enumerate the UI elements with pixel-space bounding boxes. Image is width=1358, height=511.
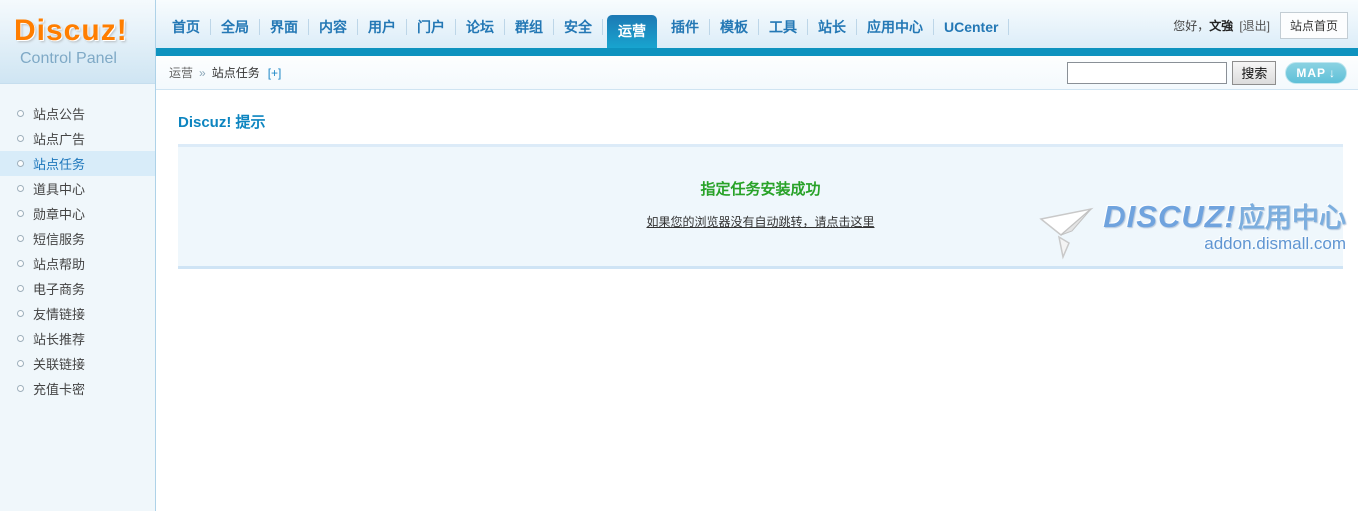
success-message: 指定任务安装成功 [178, 178, 1343, 199]
accent-bar [156, 48, 1358, 56]
nav-tab-app-center[interactable]: 应用中心 [857, 19, 934, 35]
bullet-icon [17, 160, 24, 167]
map-button[interactable]: MAP ↓ [1285, 62, 1347, 84]
sidebar-item-label: 站长推荐 [33, 329, 85, 348]
nav-tab-groups[interactable]: 群组 [505, 19, 554, 35]
nav-tab-tools[interactable]: 工具 [759, 19, 808, 35]
nav-tab-templates[interactable]: 模板 [710, 19, 759, 35]
bullet-icon [17, 335, 24, 342]
sidebar-item-recharge-cards[interactable]: 充值卡密 [0, 376, 155, 401]
sidebar-item-site-help[interactable]: 站点帮助 [0, 251, 155, 276]
right-column: 运营 » 站点任务 [+] 搜索 MAP ↓ Discuz! 提示 指定任务安装… [156, 56, 1358, 511]
nav-tab-interface[interactable]: 界面 [260, 19, 309, 35]
bullet-icon [17, 360, 24, 367]
sidebar-item-magic-center[interactable]: 道具中心 [0, 176, 155, 201]
sidebar-item-label: 站点公告 [33, 104, 85, 123]
breadcrumb-section[interactable]: 运营 [169, 64, 193, 81]
bullet-icon [17, 210, 24, 217]
sidebar-item-webmaster-recommend[interactable]: 站长推荐 [0, 326, 155, 351]
sidebar-item-label: 勋章中心 [33, 204, 85, 223]
sidebar-item-site-ads[interactable]: 站点广告 [0, 126, 155, 151]
sidebar: 站点公告 站点广告 站点任务 道具中心 勋章中心 短信服务 站点帮助 电子商务 … [0, 84, 155, 511]
sidebar-item-friend-links[interactable]: 友情链接 [0, 301, 155, 326]
header: 首页 全局 界面 内容 用户 门户 论坛 群组 安全 运营 插件 模板 工具 站… [156, 0, 1358, 56]
site-home-button[interactable]: 站点首页 [1280, 12, 1348, 39]
search-input[interactable] [1067, 62, 1227, 84]
top-nav: 首页 全局 界面 内容 用户 门户 论坛 群组 安全 运营 插件 模板 工具 站… [156, 0, 1358, 48]
nav-tab-ucenter[interactable]: UCenter [934, 19, 1009, 35]
sidebar-item-label: 短信服务 [33, 229, 85, 248]
control-panel-label: Control Panel [20, 50, 155, 68]
breadcrumb-separator: » [199, 66, 206, 80]
sidebar-item-medal-center[interactable]: 勋章中心 [0, 201, 155, 226]
logout-link[interactable]: [退出] [1239, 17, 1270, 34]
breadcrumb-expand-link[interactable]: [+] [268, 66, 282, 80]
logo-block: Discuz! Control Panel [0, 0, 155, 84]
breadcrumb-page: 站点任务 [212, 64, 260, 81]
bullet-icon [17, 235, 24, 242]
arrow-down-icon: ↓ [1329, 66, 1336, 80]
sidebar-item-site-tasks[interactable]: 站点任务 [0, 151, 155, 176]
redirect-link[interactable]: 如果您的浏览器没有自动跳转，请点击这里 [646, 213, 874, 230]
sidebar-item-label: 电子商务 [33, 279, 85, 298]
bullet-icon [17, 135, 24, 142]
main-content: Discuz! 提示 指定任务安装成功 如果您的浏览器没有自动跳转，请点击这里 … [156, 90, 1358, 269]
search-button[interactable]: 搜索 [1232, 61, 1276, 85]
sidebar-item-related-links[interactable]: 关联链接 [0, 351, 155, 376]
bullet-icon [17, 260, 24, 267]
sidebar-item-label: 道具中心 [33, 179, 85, 198]
sidebar-item-label: 充值卡密 [33, 379, 85, 398]
notice-box: 指定任务安装成功 如果您的浏览器没有自动跳转，请点击这里 [178, 144, 1343, 269]
breadcrumb-bar: 运营 » 站点任务 [+] 搜索 MAP ↓ [156, 56, 1358, 90]
sidebar-item-label: 友情链接 [33, 304, 85, 323]
user-area: 您好， 文強 [退出] 站点首页 [1173, 12, 1358, 39]
bullet-icon [17, 385, 24, 392]
nav-tab-users[interactable]: 用户 [358, 19, 407, 35]
bullet-icon [17, 310, 24, 317]
nav-tab-forum[interactable]: 论坛 [456, 19, 505, 35]
nav-tab-portal[interactable]: 门户 [407, 19, 456, 35]
bullet-icon [17, 185, 24, 192]
nav-tab-operation[interactable]: 运营 [607, 15, 657, 48]
discuz-logo: Discuz! [14, 14, 155, 48]
sidebar-item-site-announcement[interactable]: 站点公告 [0, 101, 155, 126]
sidebar-item-label: 站点帮助 [33, 254, 85, 273]
sidebar-item-sms-service[interactable]: 短信服务 [0, 226, 155, 251]
bullet-icon [17, 285, 24, 292]
bullet-icon [17, 110, 24, 117]
nav-tab-content[interactable]: 内容 [309, 19, 358, 35]
search-area: 搜索 MAP ↓ [1067, 61, 1347, 85]
left-column: Discuz! Control Panel 站点公告 站点广告 站点任务 道具中… [0, 0, 156, 511]
username: 文強 [1209, 17, 1233, 34]
sidebar-item-ecommerce[interactable]: 电子商务 [0, 276, 155, 301]
greeting-text: 您好， [1173, 17, 1209, 34]
page-title: Discuz! 提示 [178, 111, 1343, 132]
sidebar-item-label: 关联链接 [33, 354, 85, 373]
sidebar-item-label: 站点广告 [33, 129, 85, 148]
nav-tab-webmaster[interactable]: 站长 [808, 19, 857, 35]
nav-tab-plugins[interactable]: 插件 [661, 19, 710, 35]
nav-tab-global[interactable]: 全局 [211, 19, 260, 35]
map-button-label: MAP [1296, 66, 1326, 80]
sidebar-item-label: 站点任务 [33, 154, 85, 173]
nav-tab-home[interactable]: 首页 [162, 19, 211, 35]
nav-tab-security[interactable]: 安全 [554, 19, 603, 35]
